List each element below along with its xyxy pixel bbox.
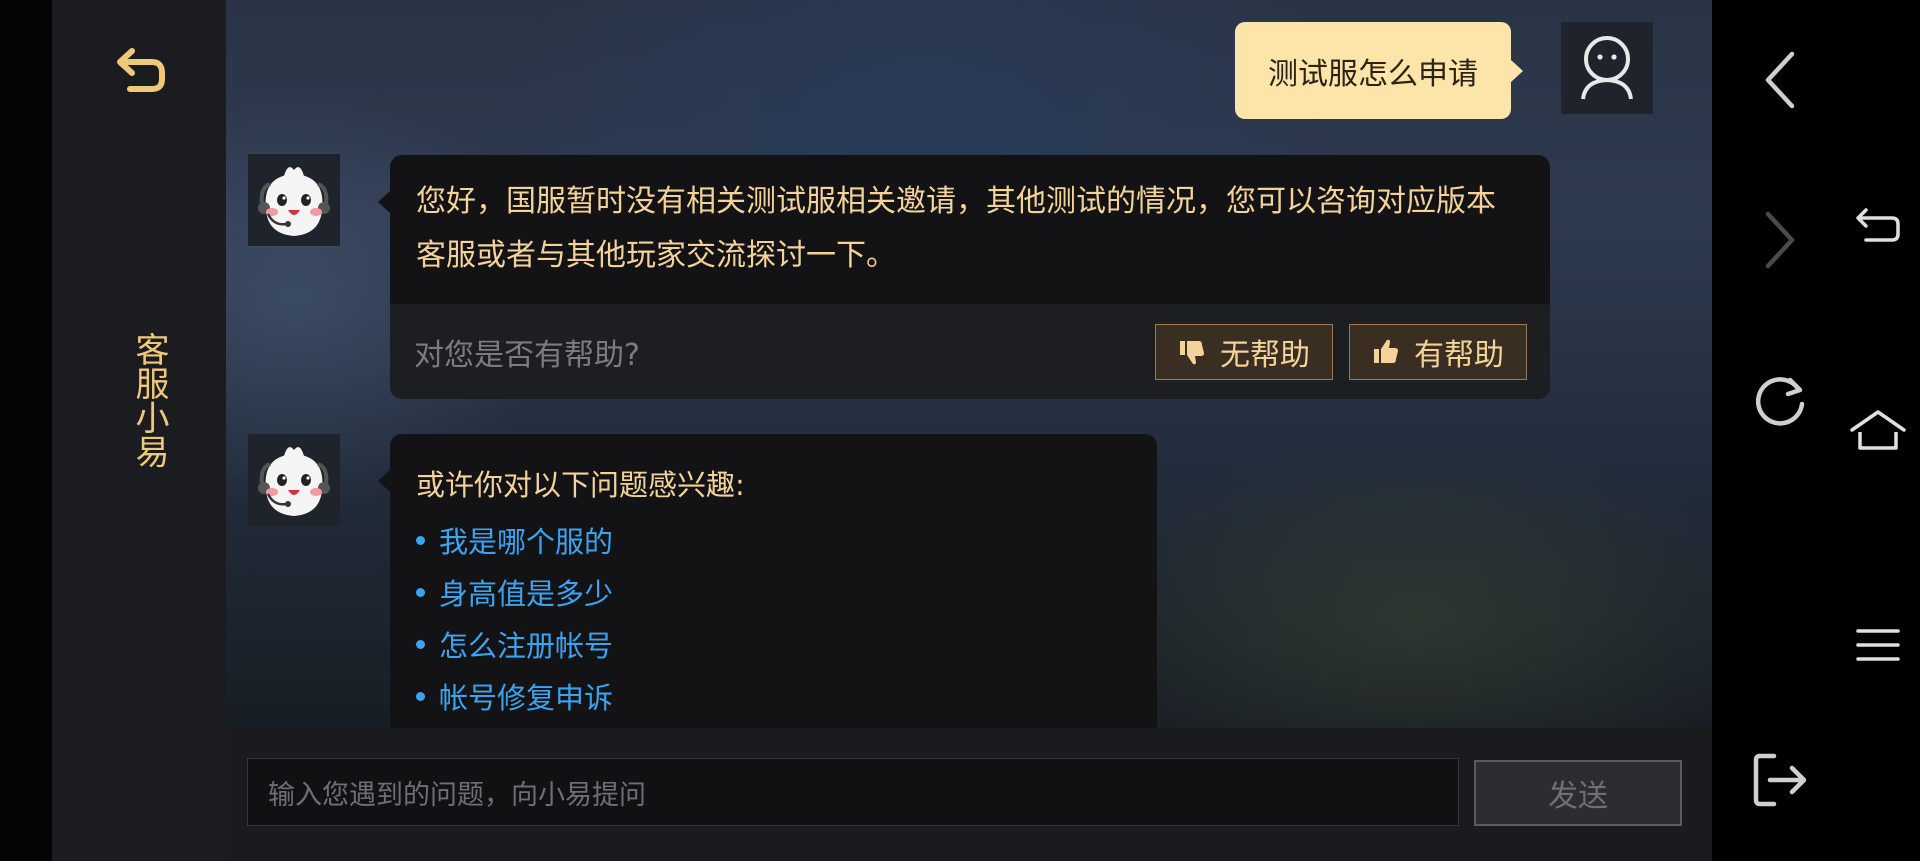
send-button[interactable]: 发送 [1474,760,1682,826]
back-chevron-icon [1765,51,1795,109]
home-button[interactable] [1840,400,1916,460]
suggestion-title: 或许你对以下问题感兴趣: [416,468,745,502]
browser-forward-button[interactable] [1740,205,1820,275]
mascot-icon [258,447,330,516]
bot-answer-bubble: 您好，国服暂时没有相关测试服相关邀请，其他测试的情况，您可以咨询对应版本客服或者… [378,155,1550,399]
home-icon [1850,410,1906,450]
browser-back-button[interactable] [1740,45,1820,115]
return-icon [1856,208,1900,242]
exit-button[interactable] [1740,740,1820,820]
feedback-row: 对您是否有帮助? 无帮助 有帮助 [390,304,1550,399]
bullet-icon [416,691,425,701]
user-message-bubble: 测试服怎么申请 [1235,22,1523,119]
helpful-button[interactable]: 有帮助 [1349,324,1527,380]
user-avatar [1561,22,1653,114]
refresh-button[interactable] [1740,360,1820,440]
bullet-icon [416,639,425,649]
return-arrow-icon [117,48,165,92]
thumbs-up-icon [1374,339,1398,363]
bot-avatar [248,434,340,526]
exit-icon [1753,753,1807,807]
input-bar: 输入您遇到的问题，向小易提问 发送 [226,728,1712,861]
mascot-icon [258,167,330,236]
system-return-button[interactable] [1840,196,1916,256]
thumbs-down-icon [1180,341,1204,365]
sidebar-title: 客服小易 [129,332,169,468]
not-helpful-button[interactable]: 无帮助 [1155,324,1333,380]
helpful-label: 有帮助 [1414,338,1504,373]
screen-edge [0,0,52,861]
not-helpful-label: 无帮助 [1220,338,1310,373]
suggestion-link[interactable]: 身高值是多少 [416,566,613,618]
chat-area[interactable]: 测试服怎么申请 您好，国服暂时没有相关测试服相关邀请，其他测试的情况，您可以咨询… [226,0,1712,754]
bot-avatar [248,154,340,246]
chat-panel: 测试服怎么申请 您好，国服暂时没有相关测试服相关邀请，其他测试的情况，您可以咨询… [226,0,1712,861]
feedback-question: 对您是否有帮助? [414,338,640,373]
user-avatar-icon [1581,36,1633,100]
suggestion-link[interactable]: 怎么注册帐号 [416,618,613,670]
menu-icon [1856,629,1900,661]
refresh-icon [1755,377,1805,426]
forward-chevron-icon [1765,211,1795,269]
system-nav-bar [1712,0,1920,861]
bot-suggestion-bubble: 或许你对以下问题感兴趣: 我是哪个服的 身高值是多少 怎么注册帐号 帐号修复申诉 [378,434,1157,754]
bullet-icon [416,587,425,597]
question-input[interactable]: 输入您遇到的问题，向小易提问 [247,758,1459,826]
suggestion-link[interactable]: 帐号修复申诉 [416,670,613,722]
user-message-text: 测试服怎么申请 [1268,56,1478,92]
bot-answer-text: 您好，国服暂时没有相关测试服相关邀请，其他测试的情况，您可以咨询对应版本客服或者… [416,184,1496,273]
menu-button[interactable] [1840,615,1916,675]
suggestion-list: 我是哪个服的 身高值是多少 怎么注册帐号 帐号修复申诉 [416,514,613,722]
back-button[interactable] [112,40,172,100]
sidebar: 客服小易 [52,0,226,861]
bullet-icon [416,535,425,545]
suggestion-link[interactable]: 我是哪个服的 [416,514,613,566]
